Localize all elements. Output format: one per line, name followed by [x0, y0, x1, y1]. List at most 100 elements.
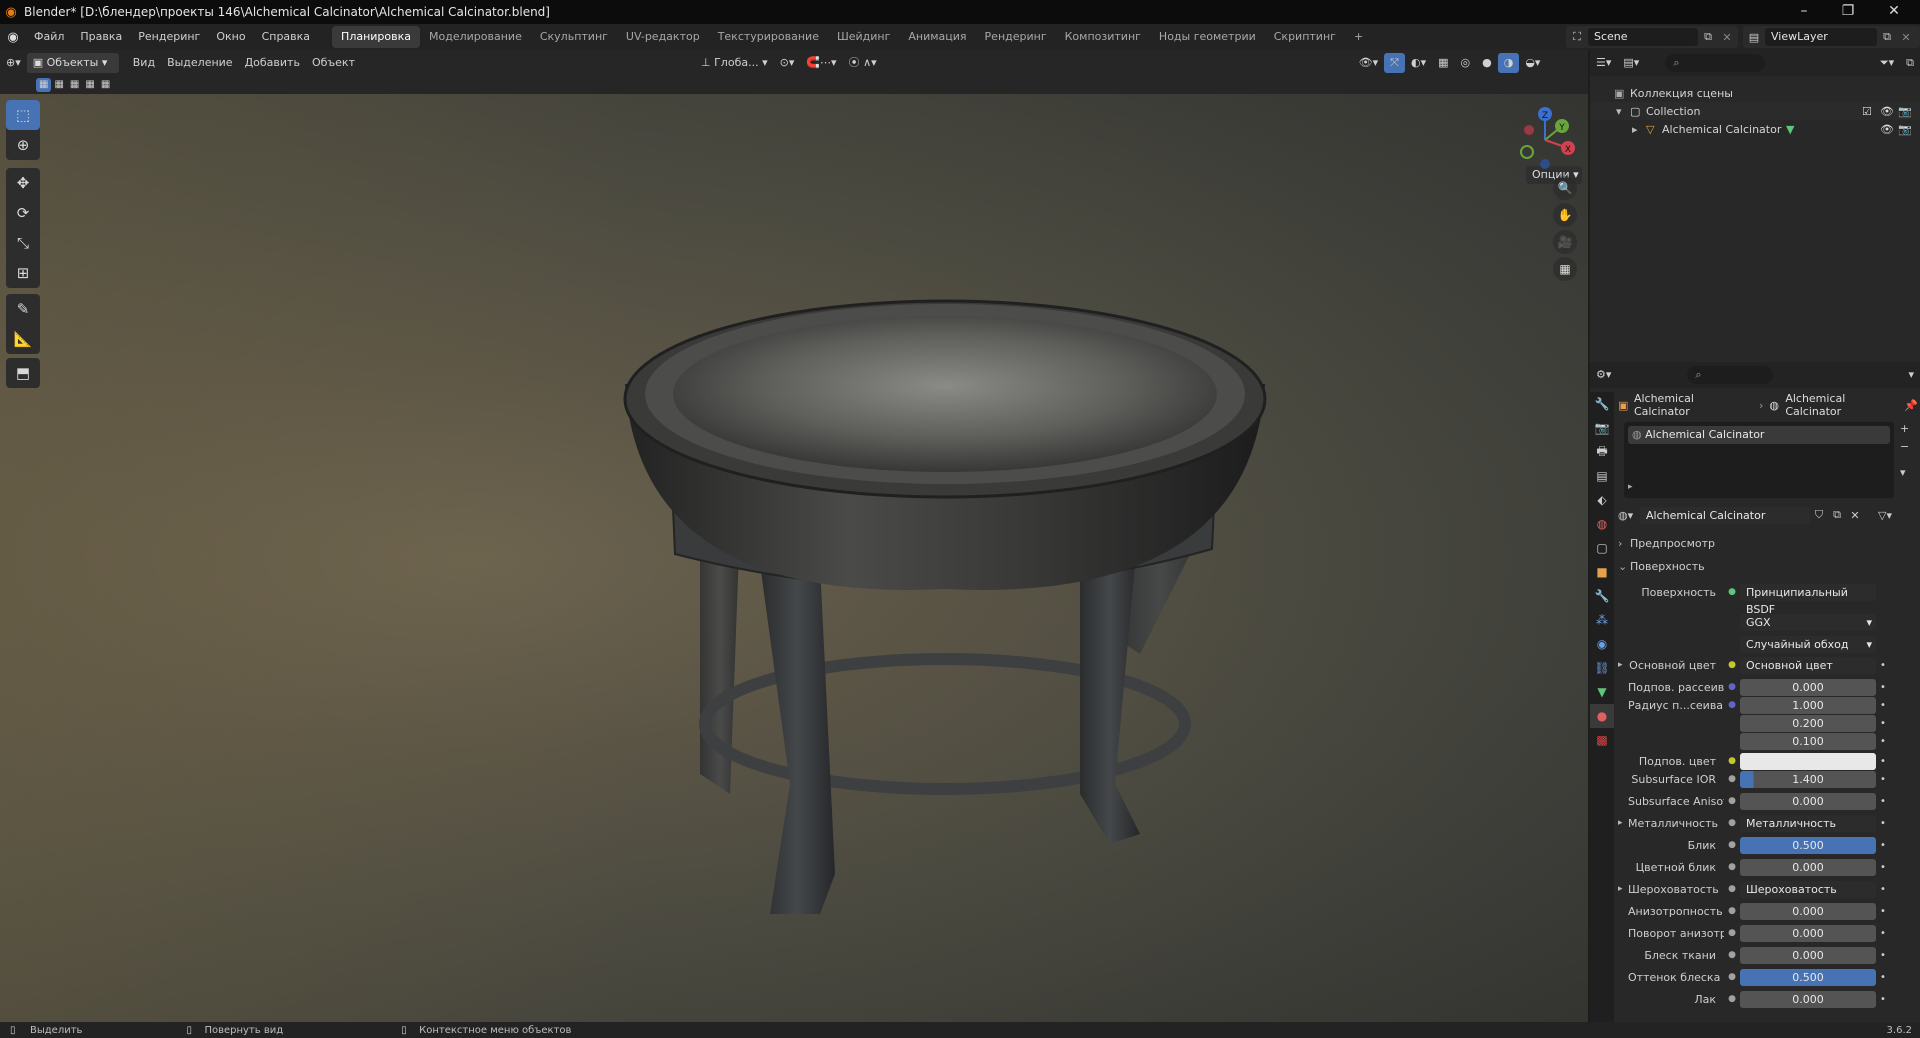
outliner-object[interactable]: ▸ ▽ Alchemical Calcinator ▼ 👁 📷 — [1590, 120, 1920, 138]
new-scene-icon[interactable]: ⧉ — [1698, 30, 1718, 44]
annotate-tool-icon[interactable]: ✎ — [6, 294, 40, 324]
editor-type-icon[interactable]: ⊕▾ — [0, 53, 27, 73]
keyframe-icon[interactable]: • — [1876, 972, 1890, 983]
expand-chevron-icon[interactable]: ▸ — [1618, 660, 1628, 670]
keyframe-icon[interactable]: • — [1876, 906, 1890, 917]
zoom-icon[interactable]: 🔍 — [1553, 176, 1577, 200]
world-tab-icon[interactable]: ◍ — [1590, 512, 1614, 536]
pivot-point-icon[interactable]: ⊙▾ — [774, 53, 801, 73]
bsdf-input-value[interactable]: 1.000 — [1740, 696, 1876, 714]
bsdf-input-value[interactable]: 0.000 — [1740, 792, 1876, 810]
output-tab-icon[interactable]: 🖶 — [1590, 440, 1614, 464]
add-slot-icon[interactable]: + — [1900, 422, 1909, 435]
tab-shading[interactable]: Шейдинг — [828, 26, 899, 48]
select-new-icon[interactable]: ▦ — [36, 78, 52, 92]
shading-wireframe-icon[interactable]: ◎ — [1455, 53, 1477, 73]
tab-uv-editing[interactable]: UV-редактор — [617, 26, 709, 48]
input-socket-icon[interactable]: ● — [1724, 994, 1740, 1004]
scene-tab-icon[interactable]: ⬖ — [1590, 488, 1614, 512]
keyframe-icon[interactable]: • — [1876, 700, 1890, 711]
subsurface-method-dropdown[interactable]: Случайный обход ▾ — [1740, 635, 1876, 653]
mode-dropdown[interactable]: ▣ Объекты ▾ — [26, 53, 119, 73]
material-name-field[interactable]: Alchemical Calcinator — [1640, 506, 1810, 524]
select-invert-icon[interactable]: ▦ — [82, 78, 97, 92]
texture-tab-icon[interactable]: ▩ — [1590, 728, 1614, 752]
overlay-toggle-icon[interactable]: ◐▾ — [1405, 53, 1432, 73]
keyframe-icon[interactable]: • — [1876, 950, 1890, 961]
surface-shader-field[interactable]: Принципиальный BSDF — [1740, 583, 1876, 616]
move-tool-icon[interactable]: ✥ — [6, 168, 40, 198]
bsdf-input-value[interactable]: 0.000 — [1740, 990, 1876, 1008]
duplicate-material-icon[interactable]: ⧉ — [1828, 508, 1846, 522]
transform-orientation-dropdown[interactable]: ⊥ Глоба... ▾ — [695, 53, 774, 73]
scene-selector[interactable]: ⛶ Scene ⧉ ✕ — [1566, 26, 1738, 48]
view-layer-tab-icon[interactable]: ▤ — [1590, 464, 1614, 488]
hide-eye-icon[interactable]: 👁 — [1880, 123, 1894, 136]
menu-edit[interactable]: Правка — [72, 26, 130, 48]
input-socket-icon[interactable]: ● — [1724, 756, 1740, 766]
gizmo-toggle-icon[interactable]: ⤧ — [1384, 53, 1405, 73]
properties-search-input[interactable]: ⌕ — [1687, 366, 1774, 384]
menu-window[interactable]: Окно — [208, 26, 253, 48]
fake-user-icon[interactable]: ⛉ — [1810, 508, 1828, 522]
input-socket-icon[interactable]: ● — [1724, 660, 1740, 670]
gizmo-neg-y-icon[interactable] — [1520, 145, 1534, 159]
add-workspace-button[interactable]: + — [1345, 26, 1372, 48]
menu-file[interactable]: Файл — [26, 26, 72, 48]
input-socket-icon[interactable]: ● — [1724, 884, 1740, 894]
menu-render[interactable]: Рендеринг — [130, 26, 208, 48]
select-subtract-icon[interactable]: ▦ — [67, 78, 82, 92]
keyframe-icon[interactable]: • — [1876, 682, 1890, 693]
ortho-grid-icon[interactable]: ▦ — [1553, 257, 1577, 281]
snap-toggle-icon[interactable]: 🧲⋯▾ — [800, 53, 842, 73]
menu-object[interactable]: Объект — [306, 53, 361, 73]
bsdf-input-value[interactable]: 0.500 — [1740, 836, 1876, 854]
bsdf-input-value[interactable]: 0.000 — [1740, 946, 1876, 964]
color-swatch[interactable] — [1740, 752, 1876, 770]
bsdf-input-value[interactable]: 0.000 — [1740, 678, 1876, 696]
tab-sculpting[interactable]: Скульптинг — [531, 26, 617, 48]
input-socket-icon[interactable]: ● — [1724, 818, 1740, 828]
hide-eye-icon[interactable]: 👁 — [1880, 105, 1894, 118]
render-camera-icon[interactable]: 📷 — [1898, 123, 1912, 136]
tab-scripting[interactable]: Скриптинг — [1265, 26, 1345, 48]
close-button[interactable]: ✕ — [1872, 0, 1916, 24]
shading-rendered-icon[interactable]: ◒▾ — [1519, 53, 1546, 73]
tab-compositing[interactable]: Композитинг — [1056, 26, 1150, 48]
bsdf-input-value[interactable]: Шероховатость — [1740, 880, 1876, 898]
viewlayer-name-field[interactable]: ViewLayer — [1765, 28, 1877, 46]
gizmo-neg-x-icon[interactable] — [1524, 125, 1534, 135]
data-tab-icon[interactable]: ▼ — [1590, 680, 1614, 704]
keyframe-icon[interactable]: • — [1876, 840, 1890, 851]
3d-viewport[interactable]: ⬚ ⊕ ✥ ⟳ ⤡ ⊞ ✎ 📐 ⬒ Опции ▾ Z Y X 🔍 ✋ 🎥 ▦ — [0, 94, 1588, 1022]
bsdf-input-value[interactable]: 0.000 — [1740, 858, 1876, 876]
collection-tab-icon[interactable]: ▢ — [1590, 536, 1614, 560]
tab-modeling[interactable]: Моделирование — [420, 26, 531, 48]
remove-viewlayer-icon[interactable]: ✕ — [1897, 31, 1915, 44]
keyframe-icon[interactable]: • — [1876, 994, 1890, 1005]
outliner-editor-type-icon[interactable]: ☰▾ — [1590, 53, 1617, 73]
preview-panel-header[interactable]: › Предпросмотр — [1618, 534, 1914, 552]
rotate-tool-icon[interactable]: ⟳ — [6, 198, 40, 228]
input-socket-icon[interactable]: ● — [1724, 700, 1740, 710]
menu-help[interactable]: Справка — [254, 26, 318, 48]
keyframe-icon[interactable]: • — [1876, 660, 1890, 671]
keyframe-icon[interactable]: • — [1876, 884, 1890, 895]
constraints-tab-icon[interactable]: ⛓ — [1590, 656, 1614, 680]
input-socket-icon[interactable]: ● — [1724, 840, 1740, 850]
keyframe-icon[interactable]: • — [1876, 862, 1890, 873]
xray-toggle-icon[interactable]: ▦ — [1432, 53, 1454, 73]
bsdf-input-value[interactable]: 1.400 — [1740, 770, 1876, 788]
input-socket-icon[interactable]: ● — [1724, 950, 1740, 960]
input-socket-icon[interactable]: ● — [1724, 862, 1740, 872]
properties-options-icon[interactable]: ▾ — [1902, 365, 1920, 385]
select-extend-icon[interactable]: ▦ — [51, 78, 66, 92]
bsdf-input-value[interactable]: 0.200 — [1740, 714, 1876, 732]
render-tab-icon[interactable]: 📷 — [1590, 416, 1614, 440]
menu-view[interactable]: Вид — [127, 53, 161, 73]
link-filter-icon[interactable]: ▽▾ — [1864, 509, 1892, 522]
expand-chevron-icon[interactable]: ▸ — [1632, 123, 1646, 136]
minimize-button[interactable]: – — [1782, 0, 1826, 24]
material-tab-icon[interactable]: ● — [1590, 704, 1614, 728]
tab-texture-paint[interactable]: Текстурирование — [709, 26, 828, 48]
